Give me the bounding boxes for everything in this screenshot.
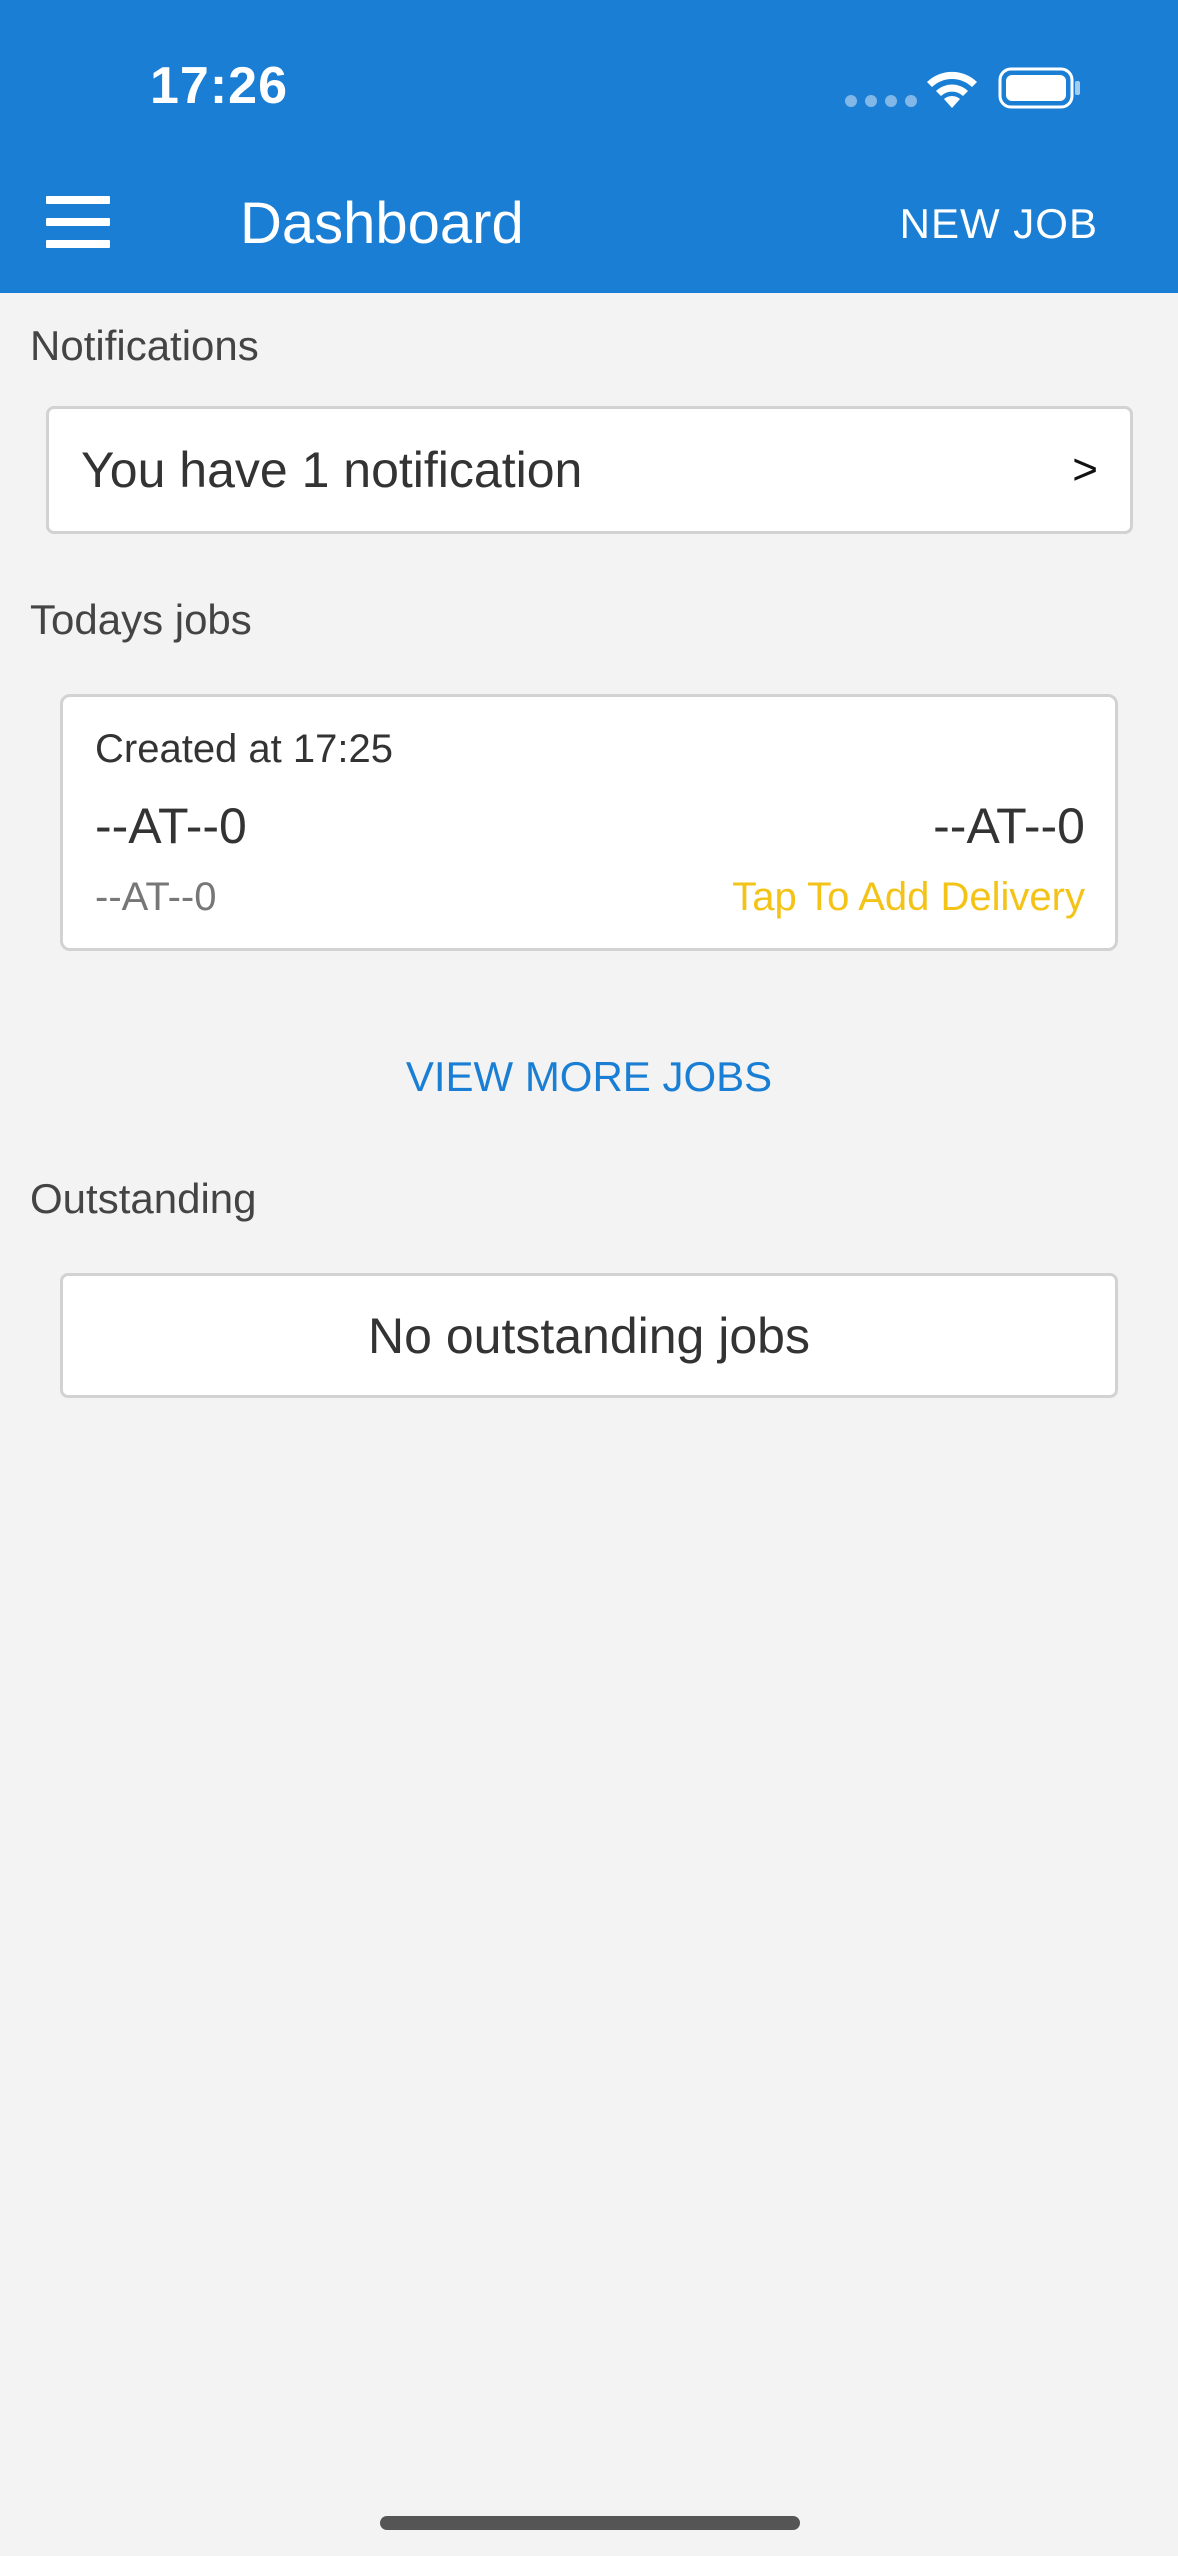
notification-message: You have 1 notification: [81, 442, 583, 498]
job-card[interactable]: Created at 17:25 --AT--0 --AT--0 --AT--0…: [60, 694, 1118, 951]
job-created-time: Created at 17:25: [95, 727, 393, 771]
todays-jobs-heading: Todays jobs: [30, 596, 252, 643]
outstanding-heading: Outstanding: [30, 1175, 257, 1222]
hamburger-menu-icon[interactable]: [46, 196, 116, 248]
notifications-heading: Notifications: [30, 322, 259, 369]
wifi-icon: [927, 71, 977, 108]
app-screen: 17:26 Dashboard NEW JOB Notifications Yo…: [0, 0, 1178, 2556]
outstanding-empty-state: No outstanding jobs: [60, 1273, 1118, 1398]
job-destination-code: --AT--0: [933, 798, 1085, 854]
job-reference-code: --AT--0: [95, 875, 217, 919]
signal-dots-icon: [845, 95, 917, 107]
add-delivery-link[interactable]: Tap To Add Delivery: [732, 875, 1085, 920]
chevron-right-icon: >: [1072, 445, 1098, 494]
new-job-button[interactable]: NEW JOB: [900, 200, 1098, 248]
home-indicator[interactable]: [380, 2516, 800, 2530]
job-origin-code: --AT--0: [95, 798, 247, 854]
view-more-jobs-button[interactable]: VIEW MORE JOBS: [0, 1053, 1178, 1101]
app-header: 17:26 Dashboard NEW JOB: [0, 0, 1178, 293]
battery-icon: [998, 67, 1080, 109]
page-title: Dashboard: [240, 191, 524, 256]
notification-row[interactable]: You have 1 notification >: [46, 406, 1133, 534]
status-time: 17:26: [150, 57, 288, 115]
